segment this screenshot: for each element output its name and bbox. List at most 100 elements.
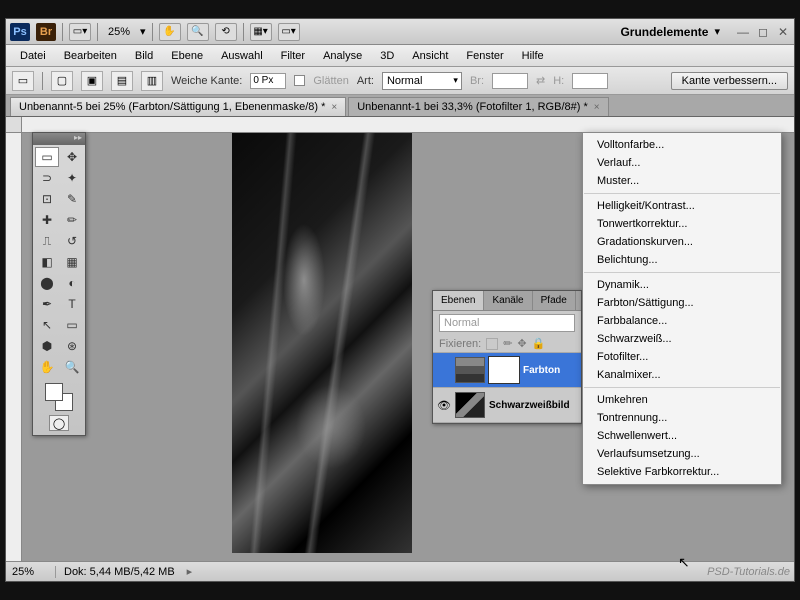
mask-thumb-icon[interactable] xyxy=(489,357,519,383)
color-swatches[interactable] xyxy=(45,383,73,411)
menu-tonwert[interactable]: Tonwertkorrektur... xyxy=(583,215,781,233)
visibility-icon[interactable]: 👁 xyxy=(437,398,451,412)
menu-helligkeit[interactable]: Helligkeit/Kontrast... xyxy=(583,197,781,215)
document-tab-2[interactable]: Unbenannt-1 bei 33,3% (Fotofilter 1, RGB… xyxy=(348,97,608,116)
menu-bearbeiten[interactable]: Bearbeiten xyxy=(56,47,125,65)
menu-schwellenwert[interactable]: Schwellenwert... xyxy=(583,427,781,445)
menu-fotofilter[interactable]: Fotofilter... xyxy=(583,348,781,366)
lasso-tool-icon[interactable]: ⊃ xyxy=(35,168,59,188)
lock-transparency-icon[interactable] xyxy=(486,338,498,350)
style-select[interactable]: Normal xyxy=(382,72,462,90)
type-tool-icon[interactable]: T xyxy=(60,294,84,314)
refine-edge-button[interactable]: Kante verbessern... xyxy=(671,72,788,90)
menu-selektive[interactable]: Selektive Farbkorrektur... xyxy=(583,463,781,481)
tab-pfade[interactable]: Pfade xyxy=(533,291,576,310)
menu-bild[interactable]: Bild xyxy=(127,47,161,65)
close-icon[interactable]: ✕ xyxy=(776,25,790,39)
menu-farbton[interactable]: Farbton/Sättigung... xyxy=(583,294,781,312)
gradient-tool-icon[interactable]: ▦ xyxy=(60,252,84,272)
3d-tool-icon[interactable]: ⬢ xyxy=(35,336,59,356)
screen-mode-icon[interactable]: ▭▾ xyxy=(278,23,300,41)
heal-tool-icon[interactable]: ✚ xyxy=(35,210,59,230)
tab-kanaele[interactable]: Kanäle xyxy=(484,291,532,310)
bridge-logo-icon[interactable]: Br xyxy=(36,23,56,41)
menu-umkehren[interactable]: Umkehren xyxy=(583,391,781,409)
shape-tool-icon[interactable]: ▭ xyxy=(60,315,84,335)
zoom-value[interactable]: 25% xyxy=(104,26,134,38)
history-brush-icon[interactable]: ↺ xyxy=(60,231,84,251)
menu-farbbalance[interactable]: Farbbalance... xyxy=(583,312,781,330)
marquee-tool-icon[interactable]: ▭ xyxy=(12,71,34,91)
menu-dynamik[interactable]: Dynamik... xyxy=(583,276,781,294)
hand-tool-icon[interactable]: ✋ xyxy=(159,23,181,41)
layer-thumb-icon[interactable] xyxy=(455,392,485,418)
layer-item[interactable]: Farbton xyxy=(433,353,581,388)
visibility-icon[interactable] xyxy=(437,363,451,377)
rotate-view-icon[interactable]: ⟲ xyxy=(215,23,237,41)
foreground-color-icon[interactable] xyxy=(45,383,63,401)
menu-muster[interactable]: Muster... xyxy=(583,172,781,190)
layout-icon[interactable]: ▭▾ xyxy=(69,23,91,41)
adjustment-thumb-icon[interactable] xyxy=(455,357,485,383)
close-icon[interactable]: × xyxy=(594,102,600,113)
move-tool-icon[interactable]: ✥ xyxy=(60,147,84,167)
menu-3d[interactable]: 3D xyxy=(372,47,402,65)
feather-input[interactable] xyxy=(250,73,286,89)
menu-filter[interactable]: Filter xyxy=(273,47,313,65)
menu-schwarzweiss[interactable]: Schwarzweiß... xyxy=(583,330,781,348)
brush-tool-icon[interactable]: ✏ xyxy=(60,210,84,230)
layer-item[interactable]: 👁 Schwarzweißbild xyxy=(433,388,581,423)
lock-brush-icon[interactable]: ✏ xyxy=(503,337,512,350)
menu-gradation[interactable]: Gradationskurven... xyxy=(583,233,781,251)
layer-name[interactable]: Farbton xyxy=(523,365,577,376)
maximize-icon[interactable]: ◻ xyxy=(756,25,770,39)
lock-all-icon[interactable]: 🔒 xyxy=(532,337,546,350)
arrange-icon[interactable]: ▦▾ xyxy=(250,23,272,41)
path-tool-icon[interactable]: ↖ xyxy=(35,315,59,335)
marquee-tool-icon[interactable]: ▭ xyxy=(35,147,59,167)
ruler-vertical[interactable] xyxy=(6,133,22,561)
selection-add-icon[interactable]: ▣ xyxy=(81,71,103,91)
ruler-horizontal[interactable] xyxy=(22,117,794,133)
status-docsize[interactable]: Dok: 5,44 MB/5,42 MB xyxy=(56,566,183,578)
menu-volltonfarbe[interactable]: Volltonfarbe... xyxy=(583,136,781,154)
menu-ansicht[interactable]: Ansicht xyxy=(404,47,456,65)
menu-verlaufsumsetzung[interactable]: Verlaufsumsetzung... xyxy=(583,445,781,463)
menu-datei[interactable]: Datei xyxy=(12,47,54,65)
collapse-icon[interactable]: ▸▸ xyxy=(74,133,82,145)
stamp-tool-icon[interactable]: ⎍ xyxy=(35,231,59,251)
panel-header[interactable]: ▸▸ xyxy=(33,133,85,145)
layer-name[interactable]: Schwarzweißbild xyxy=(489,400,577,411)
status-zoom[interactable]: 25% xyxy=(6,566,56,578)
menu-auswahl[interactable]: Auswahl xyxy=(213,47,271,65)
pen-tool-icon[interactable]: ✒ xyxy=(35,294,59,314)
menu-tontrennung[interactable]: Tontrennung... xyxy=(583,409,781,427)
tab-ebenen[interactable]: Ebenen xyxy=(433,291,484,310)
dodge-tool-icon[interactable]: ◐ xyxy=(60,273,84,293)
selection-new-icon[interactable]: ▢ xyxy=(51,71,73,91)
eyedropper-tool-icon[interactable]: ✎ xyxy=(60,189,84,209)
menu-ebene[interactable]: Ebene xyxy=(163,47,211,65)
menu-belichtung[interactable]: Belichtung... xyxy=(583,251,781,269)
selection-subtract-icon[interactable]: ▤ xyxy=(111,71,133,91)
eraser-tool-icon[interactable]: ◧ xyxy=(35,252,59,272)
menu-fenster[interactable]: Fenster xyxy=(458,47,511,65)
3d-camera-icon[interactable]: ⊛ xyxy=(60,336,84,356)
document-image[interactable] xyxy=(232,133,412,553)
crop-tool-icon[interactable]: ⊡ xyxy=(35,189,59,209)
menu-verlauf[interactable]: Verlauf... xyxy=(583,154,781,172)
wand-tool-icon[interactable]: ✦ xyxy=(60,168,84,188)
chevron-down-icon[interactable]: ▾ xyxy=(714,25,720,38)
quickmask-icon[interactable]: ◯ xyxy=(49,415,69,431)
document-tab-1[interactable]: Unbenannt-5 bei 25% (Farbton/Sättigung 1… xyxy=(10,97,346,116)
menu-analyse[interactable]: Analyse xyxy=(315,47,370,65)
zoom-tool-icon[interactable]: 🔍 xyxy=(60,357,84,377)
blur-tool-icon[interactable]: ⬤ xyxy=(35,273,59,293)
close-icon[interactable]: × xyxy=(331,102,337,113)
menu-kanalmixer[interactable]: Kanalmixer... xyxy=(583,366,781,384)
workspace-selector[interactable]: Grundelemente xyxy=(620,25,708,39)
selection-intersect-icon[interactable]: ▥ xyxy=(141,71,163,91)
blend-mode-select[interactable]: Normal xyxy=(439,314,575,332)
zoom-tool-icon[interactable]: 🔍 xyxy=(187,23,209,41)
chevron-right-icon[interactable]: ▸ xyxy=(183,565,197,578)
